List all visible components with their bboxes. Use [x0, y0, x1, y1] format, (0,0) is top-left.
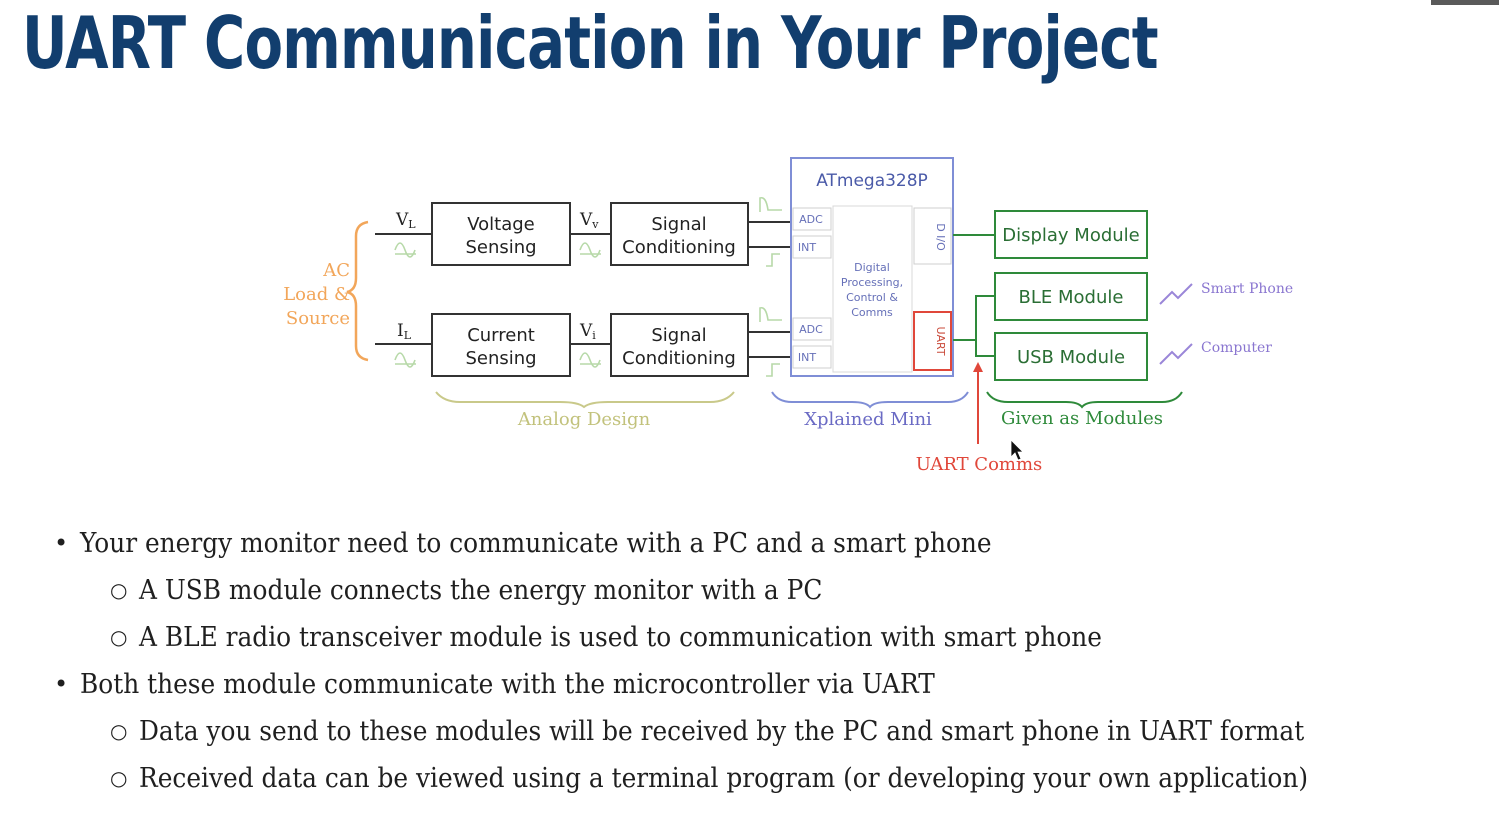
bullet-item: • Both these module communicate with the … [54, 669, 935, 700]
wireless-link-icon [1159, 343, 1193, 365]
vl-label: VL [395, 210, 416, 231]
step-icon [766, 253, 780, 267]
sub-bullet-item: ○ A BLE radio transceiver module is used … [110, 622, 1102, 653]
core-label-1: Digital [854, 261, 890, 274]
pulse-icon [759, 196, 782, 212]
voltage-sensing-label-1: Voltage [467, 214, 535, 235]
uart-label: UART [934, 326, 947, 355]
adc-label-top: ADC [799, 213, 823, 226]
usb-module-label: USB Module [1017, 347, 1125, 368]
bullet-item: • Your energy monitor need to communicate… [54, 528, 992, 559]
given-modules-label: Given as Modules [1001, 408, 1163, 429]
int-label-top: INT [798, 241, 816, 254]
uart-comms-arrowhead [973, 362, 983, 372]
mcu-core-region [832, 205, 913, 373]
pulse-icon [759, 306, 782, 322]
bullet-list: • Your energy monitor need to communicate… [50, 522, 1410, 804]
current-sensing-label-2: Sensing [465, 348, 536, 369]
source-label-line-3: Source [286, 308, 350, 329]
signal-conditioning-label-3: Signal [651, 325, 706, 346]
adc-label-bottom: ADC [799, 323, 823, 336]
vv-label: Vv [579, 210, 599, 231]
sub-bullet-item: ○ Received data can be viewed using a ter… [110, 763, 1309, 794]
smart-phone-label: Smart Phone [1201, 281, 1293, 297]
xplained-mini-label: Xplained Mini [804, 409, 932, 430]
waveform-icon [394, 352, 416, 368]
signal-conditioning-label-2: Conditioning [622, 237, 736, 258]
core-label-4: Comms [851, 306, 893, 319]
voltage-sensing-label-2: Sensing [465, 237, 536, 258]
vi-label: Vi [579, 321, 596, 342]
waveform-icon [579, 352, 601, 368]
waveform-icon [394, 242, 416, 258]
mcu-title: ATmega328P [816, 171, 928, 191]
block-diagram: AC Load & Source VL IL Vv Vi Voltage Sen… [283, 157, 1293, 475]
ble-module-label: BLE Module [1019, 287, 1124, 308]
current-sensing-label-1: Current [467, 325, 535, 346]
step-icon [766, 363, 780, 377]
analog-design-brace [435, 391, 735, 409]
xplained-mini-brace [771, 391, 969, 409]
il-label: IL [397, 321, 412, 342]
source-label-line-2: Load & [283, 284, 350, 305]
int-label-bottom: INT [798, 351, 816, 364]
computer-label: Computer [1201, 340, 1272, 356]
sub-bullet-item: ○ Data you send to these modules will be … [110, 716, 1305, 747]
waveform-icon [579, 242, 601, 258]
wireless-link-icon [1159, 283, 1193, 305]
source-label-line-1: AC [322, 260, 350, 281]
given-modules-brace [986, 391, 1183, 409]
signal-conditioning-label-1: Signal [651, 214, 706, 235]
core-label-2: Processing, [841, 276, 903, 289]
uart-comms-label: UART Comms [916, 454, 1043, 475]
signal-conditioning-label-4: Conditioning [622, 348, 736, 369]
analog-design-label: Analog Design [517, 409, 651, 430]
source-brace [346, 220, 369, 362]
sub-bullet-item: ○ A USB module connects the energy monito… [110, 575, 823, 606]
display-module-label: Display Module [1002, 225, 1140, 246]
dio-label: D I/O [934, 223, 947, 251]
core-label-3: Control & [846, 291, 898, 304]
